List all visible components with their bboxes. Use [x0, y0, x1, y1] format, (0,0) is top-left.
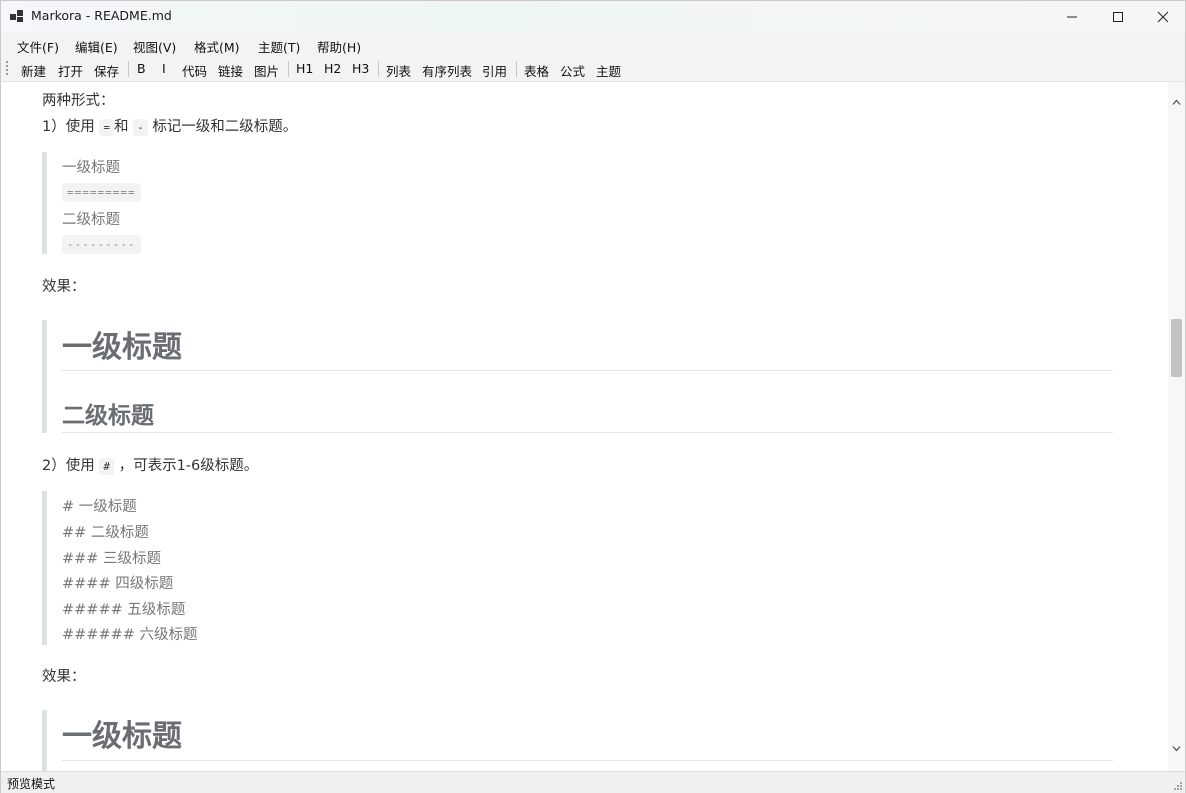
toolbar-separator [288, 61, 289, 77]
item2-suffix: ，可表示1-6级标题。 [118, 458, 259, 474]
resize-grip-icon[interactable] [1172, 780, 1182, 790]
new-button[interactable]: 新建 [21, 61, 46, 80]
toolbar-separator [128, 61, 129, 77]
formula-button[interactable]: 公式 [560, 61, 585, 80]
heading-underline [62, 370, 1113, 371]
inline-code-dash: - [133, 119, 148, 136]
blockquote-line: 一级标题 [62, 160, 120, 176]
window-title: Markora - README.md [31, 8, 172, 23]
link-button[interactable]: 链接 [218, 61, 243, 80]
app-window: Markora - README.md 文件(F) 编辑(E) 视图(V) 格式… [0, 0, 1186, 793]
blockquote-line: # 一级标题 [62, 499, 137, 515]
menu-file[interactable]: 文件(F) [17, 37, 59, 56]
ordered-list-button[interactable]: 有序列表 [422, 61, 472, 80]
blockquote-line: 二级标题 [62, 212, 120, 228]
blockquote-code: ========= [62, 183, 141, 202]
title-bar[interactable]: Markora - README.md [1, 1, 1185, 32]
scroll-down-icon[interactable] [1172, 744, 1181, 753]
blockquote-line: ###### 六级标题 [62, 627, 198, 643]
item1-suffix: 标记一级和二级标题。 [152, 119, 298, 135]
italic-button[interactable]: I [162, 61, 166, 76]
toolbar: 新建 打开 保存 B I 代码 链接 图片 H1 H2 H3 列表 有序列表 引… [1, 56, 1185, 82]
vertical-scrollbar[interactable] [1168, 82, 1185, 771]
item1-and: 和 [113, 119, 129, 135]
toolbar-separator [516, 61, 517, 77]
menu-theme[interactable]: 主题(T) [258, 37, 300, 56]
blockquote-bar [42, 491, 47, 645]
code-button[interactable]: 代码 [182, 61, 207, 80]
blockquote-line: #### 四级标题 [62, 576, 174, 592]
effect-label: 效果： [42, 279, 86, 295]
blockquote-line: ## 二级标题 [62, 525, 149, 541]
mode-status: 预览模式 [7, 777, 56, 791]
close-icon [1157, 11, 1169, 22]
menu-format[interactable]: 格式(M) [194, 37, 240, 56]
demo-heading-1: 一级标题 [62, 719, 182, 754]
preview-pane[interactable]: 两种形式： 1）使用 = 和 - 标记一级和二级标题。 一级标题 ========… [1, 82, 1168, 771]
app-icon [10, 10, 23, 22]
quote-button[interactable]: 引用 [482, 61, 507, 80]
demo-heading-2: 二级标题 [62, 403, 154, 429]
blockquote-bar [42, 710, 47, 771]
list-button[interactable]: 列表 [386, 61, 411, 80]
item2-prefix: 2）使用 [42, 458, 95, 474]
list-item-2: 2）使用 # ，可表示1-6级标题。 [42, 454, 258, 475]
blockquote-bar [42, 152, 47, 254]
h2-button[interactable]: H2 [324, 61, 341, 76]
maximize-button[interactable] [1095, 1, 1141, 32]
intro-text: 两种形式： [42, 93, 115, 109]
menu-view[interactable]: 视图(V) [133, 37, 176, 56]
image-button[interactable]: 图片 [254, 61, 279, 80]
save-button[interactable]: 保存 [94, 61, 119, 80]
h3-button[interactable]: H3 [352, 61, 369, 76]
minimize-button[interactable] [1049, 1, 1095, 32]
bold-button[interactable]: B [137, 61, 146, 76]
close-button[interactable] [1140, 1, 1186, 32]
open-button[interactable]: 打开 [58, 61, 83, 80]
effect-label: 效果： [42, 669, 86, 685]
inline-code-equals: = [99, 119, 114, 136]
toolbar-separator [378, 61, 379, 77]
scroll-up-icon[interactable] [1172, 98, 1181, 107]
heading-underline [62, 760, 1113, 761]
menu-edit[interactable]: 编辑(E) [75, 37, 118, 56]
menu-help[interactable]: 帮助(H) [317, 37, 361, 56]
scrollbar-thumb[interactable] [1171, 319, 1182, 377]
inline-code-hash: # [99, 458, 114, 475]
table-button[interactable]: 表格 [524, 61, 549, 80]
heading-underline [62, 432, 1113, 433]
maximize-icon [1113, 11, 1123, 22]
blockquote-code: --------- [62, 235, 141, 254]
item1-prefix: 1）使用 [42, 119, 95, 135]
blockquote-bar [42, 320, 47, 433]
list-item-1: 1）使用 = 和 - 标记一级和二级标题。 [42, 115, 297, 136]
toolbar-grip[interactable] [6, 61, 8, 77]
menu-bar: 文件(F) 编辑(E) 视图(V) 格式(M) 主题(T) 帮助(H) [1, 32, 1185, 56]
minimize-icon [1067, 16, 1077, 17]
theme-button[interactable]: 主题 [596, 61, 621, 80]
blockquote-line: ##### 五级标题 [62, 602, 186, 618]
h1-button[interactable]: H1 [296, 61, 313, 76]
demo-heading-1: 一级标题 [62, 330, 182, 365]
status-bar: 预览模式 [1, 771, 1185, 793]
blockquote-line: ### 三级标题 [62, 551, 162, 567]
